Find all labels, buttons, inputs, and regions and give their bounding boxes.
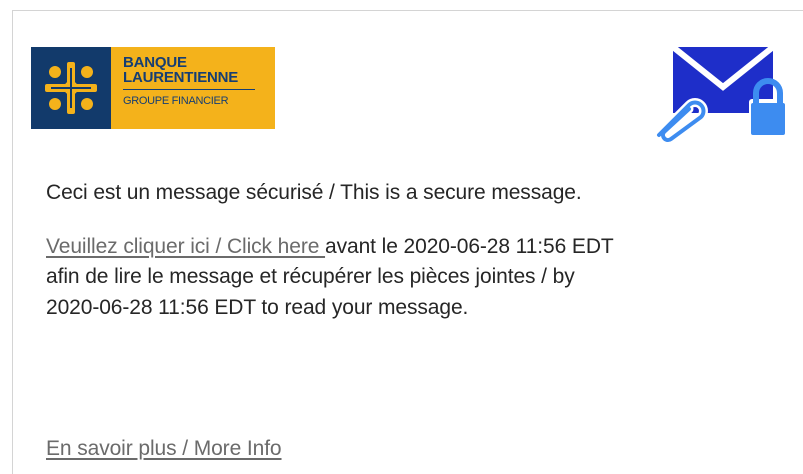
footer: En savoir plus / More Info [46, 435, 282, 463]
more-info-link[interactable]: En savoir plus / More Info [46, 437, 282, 460]
message-line-1: Veuillez cliquer ici / Click here avant … [46, 233, 614, 261]
click-here-link[interactable]: Veuillez cliquer ici / Click here [46, 235, 325, 258]
logo-name-line2: LAURENTIENNE [123, 69, 239, 86]
deadline-text: avant le 2020-06-28 11:56 EDT [325, 235, 614, 258]
logo-wordmark: BANQUE LAURENTIENNE GROUPE FINANCIER [111, 47, 275, 129]
logo-name-line1: BANQUE [123, 54, 187, 71]
leaf-logo-icon [31, 47, 111, 129]
logo-tagline: GROUPE FINANCIER [123, 95, 229, 107]
message-line-2: afin de lire le message et récupérer les… [46, 265, 575, 288]
envelope-lock-attachment-icon [645, 43, 793, 145]
secure-message-card: BANQUE LAURENTIENNE GROUPE FINANCIER Cec… [12, 10, 803, 474]
logo-divider [123, 89, 255, 90]
secure-message-intro: Ceci est un message sécurisé / This is a… [46, 181, 582, 204]
message-line-3: 2020-06-28 11:56 EDT to read your messag… [46, 296, 469, 319]
bank-logo: BANQUE LAURENTIENNE GROUPE FINANCIER [31, 47, 275, 129]
